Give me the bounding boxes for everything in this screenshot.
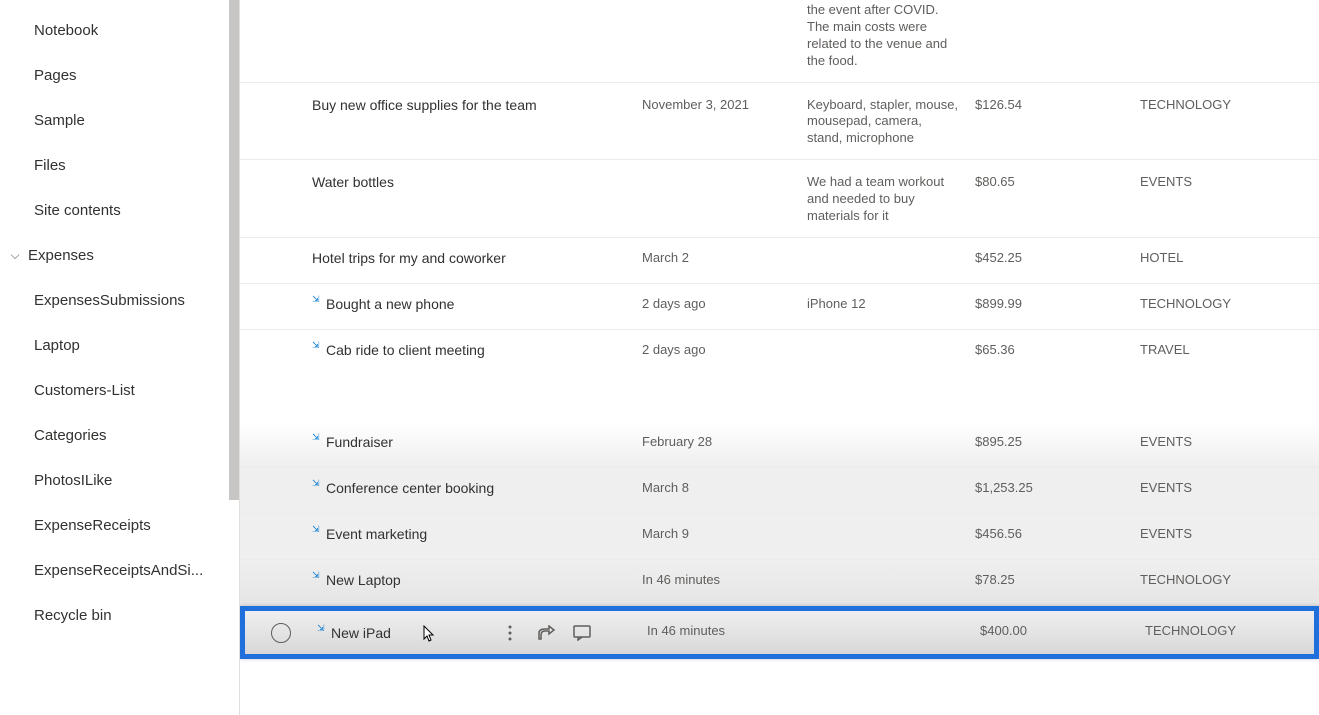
title-cell: New iPad [331,625,391,641]
more-actions-icon[interactable] [501,624,519,642]
sidebar-item-notebook[interactable]: Notebook [0,8,239,53]
comment-icon[interactable] [573,624,591,642]
category-cell: EVENTS [1140,432,1319,449]
table-row[interactable]: ⇲ Cab ride to client meeting 2 days ago $… [240,330,1319,376]
table-row[interactable]: Buy new office supplies for the team Nov… [240,83,1319,161]
title-cell: New Laptop [326,572,401,588]
select-circle[interactable] [271,623,291,643]
date-cell: March 8 [642,478,807,495]
title-cell: Fundraiser [326,434,393,450]
category-cell: EVENTS [1140,524,1319,541]
description-cell [807,340,975,342]
date-cell: March 2 [642,248,807,265]
amount-cell: $78.25 [975,570,1140,587]
sidebar-item-laptop[interactable]: Laptop [0,323,239,368]
amount-cell: $80.65 [975,172,1140,189]
chevron-down-icon: ⌵ [8,248,22,263]
description-cell [807,248,975,250]
amount-cell: $400.00 [980,621,1145,638]
title-cell: Hotel trips for my and coworker [312,250,506,266]
title-cell: Cab ride to client meeting [326,342,485,358]
new-item-icon: ⇲ [312,524,322,534]
sidebar-item-recycle-bin[interactable]: Recycle bin [0,593,239,638]
table-row[interactable]: the event after COVID. The main costs we… [240,0,1319,83]
category-cell: TECHNOLOGY [1140,95,1319,112]
sidebar-item-pages[interactable]: Pages [0,53,239,98]
cursor-icon [423,625,435,646]
sidebar-item-sample[interactable]: Sample [0,98,239,143]
new-item-icon: ⇲ [312,294,322,304]
sidebar-item-customers-list[interactable]: Customers-List [0,368,239,413]
date-cell: November 3, 2021 [642,95,807,112]
date-cell [642,172,807,174]
table-row[interactable]: ⇲ New Laptop In 46 minutes $78.25 TECHNOL… [240,560,1319,606]
sidebar-group-label: Expenses [28,247,94,264]
table-row-selected[interactable]: ⇲ New iPad In 46 minutes [240,606,1319,659]
share-icon[interactable] [537,624,555,642]
sidebar-item-site-contents[interactable]: Site contents [0,188,239,233]
title-cell: Event marketing [326,526,427,542]
title-cell: Water bottles [312,174,394,190]
category-cell: TECHNOLOGY [1140,570,1319,587]
description-cell: Keyboard, stapler, mouse, mousepad, came… [807,95,975,148]
table-row[interactable]: ⇲ Bought a new phone 2 days ago iPhone 12… [240,284,1319,330]
new-item-icon: ⇲ [312,340,322,350]
date-cell: 2 days ago [642,340,807,357]
new-item-icon: ⇲ [312,432,322,442]
category-cell: EVENTS [1140,478,1319,495]
new-item-icon: ⇲ [317,623,327,633]
date-cell: In 46 minutes [647,621,812,638]
sidebar: Notebook Pages Sample Files Site content… [0,0,240,715]
amount-cell: $65.36 [975,340,1140,357]
date-cell: 2 days ago [642,294,807,311]
category-cell: EVENTS [1140,172,1319,189]
amount-cell: $1,253.25 [975,478,1140,495]
sidebar-item-expense-receipts-and-si[interactable]: ExpenseReceiptsAndSi... [0,548,239,593]
table-row[interactable]: ⇲ Conference center booking March 8 $1,25… [240,468,1319,514]
sidebar-item-categories[interactable]: Categories [0,413,239,458]
table-row[interactable]: ⇲ Event marketing March 9 $456.56 EVENTS [240,514,1319,560]
new-item-icon: ⇲ [312,478,322,488]
title-cell: Buy new office supplies for the team [312,97,537,113]
category-cell: HOTEL [1140,248,1319,265]
description-cell: We had a team workout and needed to buy … [807,172,975,225]
scrollbar-thumb[interactable] [229,0,239,500]
description-cell [812,621,980,623]
description-cell [807,570,975,572]
table-row[interactable]: ⇲ Fundraiser February 28 $895.25 EVENTS [240,422,1319,468]
table-row[interactable]: Hotel trips for my and coworker March 2 … [240,238,1319,284]
category-cell: TECHNOLOGY [1145,621,1314,638]
expenses-list: the event after COVID. The main costs we… [240,0,1319,659]
title-cell: Bought a new phone [326,296,454,312]
amount-cell: $452.25 [975,248,1140,265]
spacer [240,376,1319,422]
description-cell: the event after COVID. The main costs we… [807,0,975,70]
sidebar-item-files[interactable]: Files [0,143,239,188]
amount-cell: $899.99 [975,294,1140,311]
date-cell: March 9 [642,524,807,541]
sidebar-item-photos-i-like[interactable]: PhotosILike [0,458,239,503]
sidebar-item-expense-receipts[interactable]: ExpenseReceipts [0,503,239,548]
category-cell: TRAVEL [1140,340,1319,357]
new-item-icon: ⇲ [312,570,322,580]
description-cell [807,432,975,434]
sidebar-group-expenses[interactable]: ⌵ Expenses [0,233,239,278]
amount-cell: $895.25 [975,432,1140,449]
table-row[interactable]: Water bottles We had a team workout and … [240,160,1319,238]
amount-cell: $126.54 [975,95,1140,112]
main-content: the event after COVID. The main costs we… [240,0,1319,715]
description-cell [807,478,975,480]
category-cell: TECHNOLOGY [1140,294,1319,311]
date-cell: In 46 minutes [642,570,807,587]
title-cell: Conference center booking [326,480,494,496]
sidebar-item-expenses-submissions[interactable]: ExpensesSubmissions [0,278,239,323]
description-cell [807,524,975,526]
amount-cell: $456.56 [975,524,1140,541]
date-cell: February 28 [642,432,807,449]
description-cell: iPhone 12 [807,294,975,313]
